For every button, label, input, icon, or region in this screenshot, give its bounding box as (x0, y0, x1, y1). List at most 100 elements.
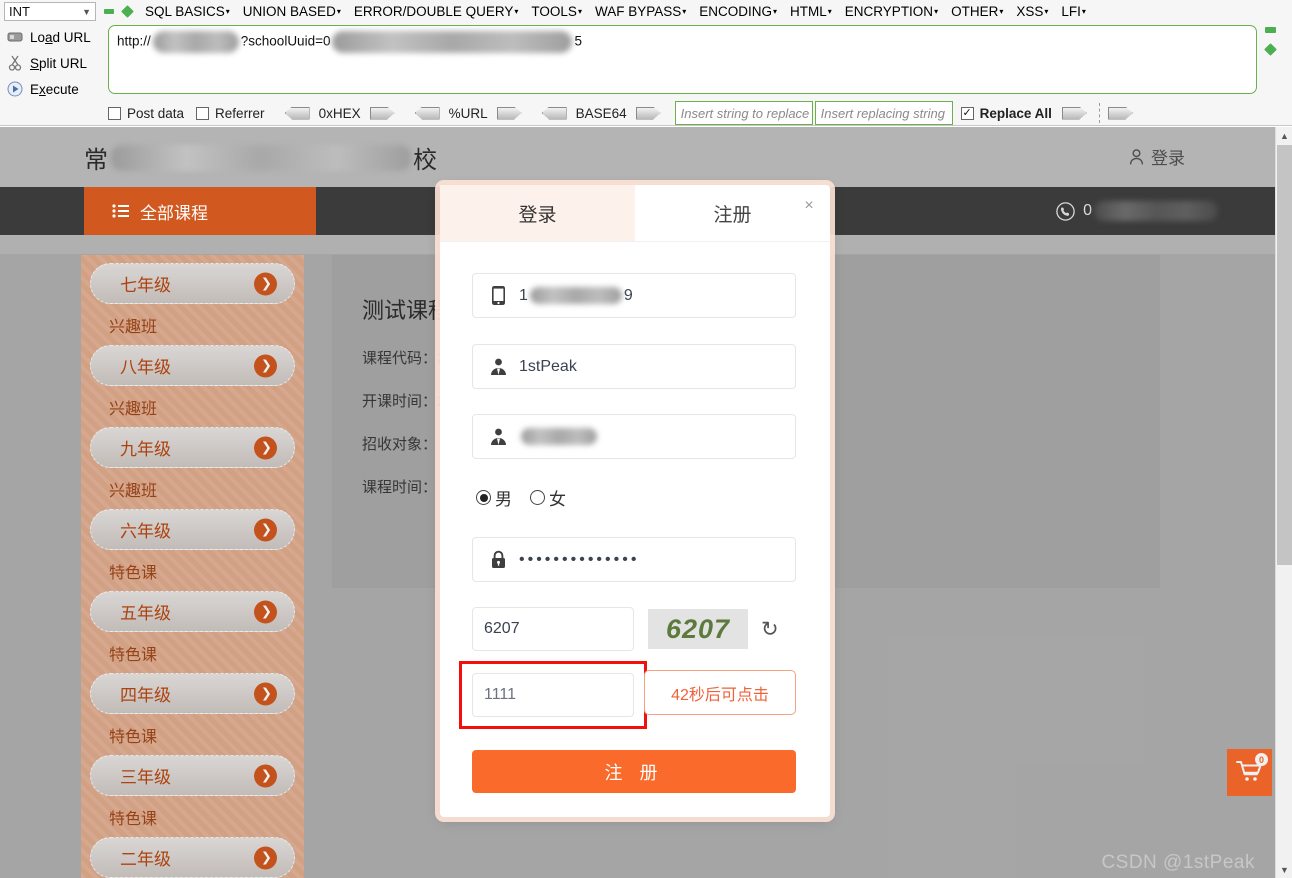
decode-base64-button[interactable] (541, 106, 567, 120)
captcha-image[interactable]: 6207 (648, 609, 748, 649)
menu-tools[interactable]: TOOLS▾ (531, 4, 582, 19)
grade-item-3[interactable]: 三年级 ❯ (90, 755, 295, 796)
minus-icon[interactable] (104, 9, 114, 14)
menu-label: LFI (1061, 4, 1081, 19)
page-title: 常校 (84, 140, 438, 175)
gender-female-radio[interactable] (530, 490, 545, 505)
phone-field[interactable]: 19 (472, 273, 796, 318)
grade-item-7[interactable]: 七年级 ❯ (90, 263, 295, 304)
menu-encryption[interactable]: ENCRYPTION▾ (845, 4, 938, 19)
database-icon (4, 27, 26, 47)
replace-find-input[interactable]: Insert string to replace (674, 101, 813, 125)
grade-sub-3[interactable]: 特色课 (81, 796, 304, 837)
menu-encoding[interactable]: ENCODING▾ (699, 4, 777, 19)
checkbox-box (108, 106, 121, 120)
captcha-input[interactable]: 6207 (472, 607, 634, 651)
grade-sub-4[interactable]: 特色课 (81, 714, 304, 755)
menu-lfi[interactable]: LFI▾ (1061, 4, 1086, 19)
execute-button[interactable]: Execute (4, 76, 106, 102)
nav-all-courses[interactable]: 全部课程 (84, 187, 316, 235)
captcha-input-value: 6207 (484, 620, 520, 637)
redacted-realname (521, 428, 597, 445)
grade-item-9[interactable]: 九年级 ❯ (90, 427, 295, 468)
header-login-button[interactable]: 登录 (1129, 144, 1185, 169)
grade-item-5[interactable]: 五年级 ❯ (90, 591, 295, 632)
page-scrollbar[interactable]: ▲ ▼ (1275, 127, 1292, 878)
menu-error-double-query[interactable]: ERROR/DOUBLE QUERY▾ (354, 4, 519, 19)
encode-hex-button[interactable] (369, 106, 395, 120)
realname-field[interactable] (472, 414, 796, 459)
url-textarea[interactable]: http:// ?schoolUuid=0 5 (108, 25, 1257, 94)
post-data-checkbox[interactable]: Post data (108, 106, 184, 121)
captcha-image-text: 6207 (665, 613, 731, 644)
menu-waf-bypass[interactable]: WAF BYPASS▾ (595, 4, 686, 19)
grade-sub-label: 兴趣班 (109, 318, 158, 336)
replace-secondary-button[interactable] (1107, 106, 1133, 120)
split-url-button[interactable]: Split URL (4, 50, 106, 76)
replace-with-input[interactable]: Insert replacing string (814, 101, 953, 125)
chevron-right-icon: ❯ (254, 846, 277, 869)
play-icon (4, 79, 26, 99)
decode-hex-button[interactable] (284, 106, 310, 120)
watermark: CSDN @1stPeak (1101, 852, 1255, 873)
send-sms-button[interactable]: 42秒后可点击 (644, 670, 796, 715)
menu-other[interactable]: OTHER▾ (951, 4, 1003, 19)
scroll-down-icon[interactable]: ▼ (1276, 861, 1292, 878)
grade-label: 四年级 (120, 686, 171, 705)
replace-apply-button[interactable] (1061, 106, 1087, 120)
tab-login[interactable]: 登录 (440, 185, 635, 241)
encode-url-button[interactable] (496, 106, 522, 120)
gender-male-radio[interactable] (476, 490, 491, 505)
chevron-down-icon: ▾ (827, 7, 832, 16)
replace-with-placeholder: Insert replacing string (820, 105, 945, 121)
load-url-button[interactable]: Load URL (4, 24, 106, 50)
gender-male-label: 男 (495, 490, 512, 509)
tab-login-label: 登录 (518, 204, 557, 226)
cart-button[interactable]: 0 (1227, 749, 1272, 796)
grade-item-8[interactable]: 八年级 ❯ (90, 345, 295, 386)
replace-all-checkbox[interactable]: ✓ Replace All (960, 106, 1052, 121)
hackbar-action-column: Load URL Split URL Execute (0, 24, 106, 104)
close-icon[interactable]: × (800, 197, 818, 215)
phone-icon (1056, 201, 1075, 221)
refresh-icon[interactable]: ↻ (761, 617, 779, 642)
menu-label: WAF BYPASS (594, 4, 682, 19)
grade-sidebar: 七年级 ❯ 兴趣班 八年级 ❯ 兴趣班 九年级 ❯ 兴趣班 六年级 ❯ 特色课 … (81, 255, 304, 878)
grade-item-2[interactable]: 二年级 ❯ (90, 837, 295, 878)
sms-code-value: 1111 (484, 686, 517, 703)
menu-label: HTML (790, 4, 827, 19)
expand-icon[interactable] (1264, 43, 1277, 56)
menu-union-based[interactable]: UNION BASED▾ (243, 4, 341, 19)
grade-item-6[interactable]: 六年级 ❯ (90, 509, 295, 550)
username-field[interactable]: 1stPeak (472, 344, 796, 389)
gender-radio-group: 男 女 (476, 485, 566, 510)
referrer-checkbox[interactable]: Referrer (196, 106, 265, 121)
register-submit-button[interactable]: 注 册 (472, 750, 796, 793)
menu-xss[interactable]: XSS▾ (1016, 4, 1048, 19)
grade-label: 九年级 (120, 440, 171, 459)
sms-code-input[interactable]: 1111 (472, 673, 634, 717)
grade-sub-8[interactable]: 兴趣班 (81, 386, 304, 427)
password-field[interactable]: •••••••••••••• (472, 537, 796, 582)
redacted-phone-digits (529, 287, 622, 304)
menu-html[interactable]: HTML▾ (790, 4, 832, 19)
grade-sub-9[interactable]: 兴趣班 (81, 468, 304, 509)
mode-select[interactable]: INT ▼ (4, 2, 96, 21)
hex-label: 0xHEX (318, 105, 361, 121)
menu-sql-basics[interactable]: SQL BASICS▾ (145, 4, 230, 19)
grade-sub-5[interactable]: 特色课 (81, 632, 304, 673)
scroll-up-icon[interactable]: ▲ (1276, 127, 1292, 144)
url-tail: 5 (574, 33, 582, 49)
diamond-icon[interactable] (121, 5, 134, 18)
encode-base64-button[interactable] (635, 106, 661, 120)
course-target-label: 招收对象： (362, 436, 438, 453)
grade-item-4[interactable]: 四年级 ❯ (90, 673, 295, 714)
decode-url-button[interactable] (414, 106, 440, 120)
scrollbar-thumb[interactable] (1277, 145, 1292, 565)
grade-sub-7[interactable]: 兴趣班 (81, 304, 304, 345)
collapse-icon[interactable] (1265, 27, 1276, 33)
load-url-label: Load URL (30, 29, 91, 45)
modal-tab-bar: 登录 注册 (440, 185, 830, 242)
grade-sub-6[interactable]: 特色课 (81, 550, 304, 591)
chevron-right-icon: ❯ (254, 272, 277, 295)
